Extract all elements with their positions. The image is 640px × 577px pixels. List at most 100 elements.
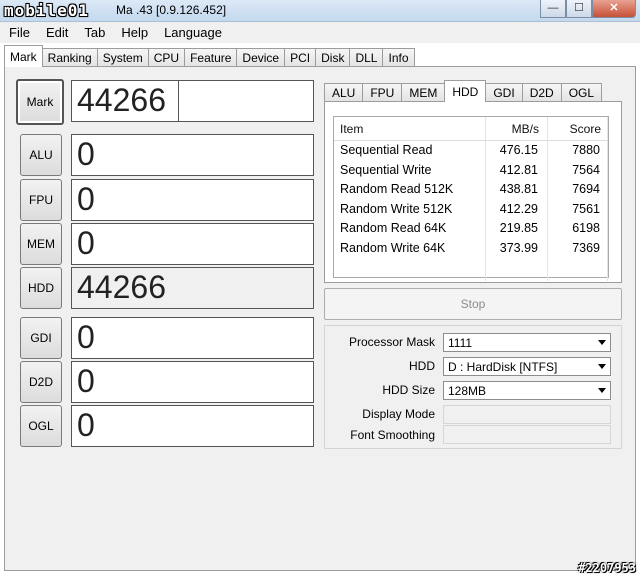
window-title: Ma .43 [0.9.126.452]: [116, 3, 227, 17]
ogl-button[interactable]: OGL: [20, 405, 62, 447]
tab-disk[interactable]: Disk: [315, 48, 351, 67]
row-mbs: 219.85: [486, 219, 548, 239]
subtab-alu[interactable]: ALU: [324, 83, 364, 102]
menu-language[interactable]: Language: [155, 22, 229, 43]
font-smoothing-field: [443, 425, 611, 444]
title-bar: mobile01 Ma .43 [0.9.126.452] — ☐ ✕: [0, 0, 640, 22]
hdd-results-panel: Item MB/s Score Sequential Read 476.15 7…: [324, 101, 622, 283]
hdd-size-value: 128MB: [448, 384, 487, 398]
table-empty-row: [334, 258, 608, 281]
column-header-score[interactable]: Score: [548, 117, 608, 140]
fpu-button[interactable]: FPU: [20, 179, 62, 221]
subtab-ogl[interactable]: OGL: [560, 83, 603, 102]
row-score: 6198: [548, 219, 608, 239]
tab-pci[interactable]: PCI: [284, 48, 317, 67]
row-item: Random Read 512K: [334, 180, 486, 200]
display-mode-field: [443, 405, 611, 424]
maximize-button[interactable]: ☐: [566, 0, 592, 18]
row-score: 7880: [548, 141, 608, 161]
mark-button[interactable]: Mark: [16, 79, 64, 125]
hdd-size-label: HDD Size: [382, 383, 435, 397]
ogl-score: 0: [71, 405, 314, 447]
tab-info[interactable]: Info: [382, 48, 415, 67]
subtab-fpu[interactable]: FPU: [362, 83, 403, 102]
display-mode-label: Display Mode: [362, 407, 435, 421]
close-button[interactable]: ✕: [592, 0, 636, 18]
processor-mask-value: 1111: [448, 336, 473, 350]
table-row[interactable]: Sequential Write 412.81 7564: [334, 160, 608, 180]
menu-help[interactable]: Help: [112, 22, 155, 43]
empty-cell: [334, 258, 486, 281]
row-item: Sequential Write: [334, 160, 486, 180]
table-row[interactable]: Random Write 512K 412.29 7561: [334, 199, 608, 219]
row-item: Random Read 64K: [334, 219, 486, 239]
menu-edit[interactable]: Edit: [37, 22, 75, 43]
mark-score: 44266: [72, 81, 179, 121]
tab-feature[interactable]: Feature: [184, 48, 238, 67]
hdd-score: 44266: [71, 267, 314, 309]
gdi-score: 0: [71, 317, 314, 359]
mark-score-box: 44266: [71, 80, 314, 122]
gdi-button[interactable]: GDI: [20, 317, 62, 359]
subtab-d2d[interactable]: D2D: [521, 83, 562, 102]
menu-tab[interactable]: Tab: [75, 22, 112, 43]
hdd-size-select[interactable]: 128MB: [443, 381, 611, 400]
stop-button[interactable]: Stop: [324, 288, 622, 320]
tab-dll[interactable]: DLL: [349, 48, 384, 67]
chevron-down-icon: [598, 364, 606, 369]
empty-cell: [548, 258, 608, 281]
row-mbs: 373.99: [486, 238, 548, 258]
mobile01-logo: mobile01: [4, 1, 90, 20]
processor-mask-select[interactable]: 1111: [443, 333, 611, 352]
d2d-score: 0: [71, 361, 314, 403]
subtab-gdi[interactable]: GDI: [485, 83, 523, 102]
row-mbs: 438.81: [486, 180, 548, 200]
row-mbs: 412.81: [486, 160, 548, 180]
menu-file[interactable]: File: [0, 22, 37, 43]
subtab-mem[interactable]: MEM: [401, 83, 446, 102]
row-item: Random Write 512K: [334, 199, 486, 219]
row-score: 7369: [548, 238, 608, 258]
hdd-select[interactable]: D : HardDisk [NTFS]: [443, 357, 611, 376]
tab-system[interactable]: System: [96, 48, 149, 67]
hdd-button[interactable]: HDD: [20, 267, 62, 309]
table-row[interactable]: Random Read 512K 438.81 7694: [334, 180, 608, 200]
table-header: Item MB/s Score: [334, 117, 608, 141]
table-row[interactable]: Random Read 64K 219.85 6198: [334, 219, 608, 239]
hdd-results-table: Item MB/s Score Sequential Read 476.15 7…: [333, 116, 609, 281]
hdd-value: D : HardDisk [NTFS]: [448, 360, 558, 374]
tab-ranking[interactable]: Ranking: [41, 48, 98, 67]
sub-tab-strip: ALU FPU MEM HDD GDI D2D OGL: [324, 80, 603, 102]
hdd-label: HDD: [409, 359, 435, 373]
tab-cpu[interactable]: CPU: [147, 48, 186, 67]
chevron-down-icon: [598, 388, 606, 393]
watermark: #2207953: [578, 561, 636, 575]
row-mbs: 412.29: [486, 199, 548, 219]
settings-group: Processor Mask 1111 HDD D : HardDisk [NT…: [324, 325, 622, 449]
tab-device[interactable]: Device: [236, 48, 286, 67]
table-row[interactable]: Random Write 64K 373.99 7369: [334, 238, 608, 258]
window-controls: — ☐ ✕: [540, 0, 636, 18]
minimize-button[interactable]: —: [540, 0, 566, 18]
column-header-item[interactable]: Item: [334, 117, 486, 140]
subtab-hdd[interactable]: HDD: [444, 80, 487, 102]
empty-cell: [486, 258, 548, 281]
row-item: Sequential Read: [334, 141, 486, 161]
row-score: 7694: [548, 180, 608, 200]
processor-mask-label: Processor Mask: [348, 335, 435, 349]
d2d-button[interactable]: D2D: [20, 361, 62, 403]
font-smoothing-label: Font Smoothing: [350, 428, 435, 442]
row-item: Random Write 64K: [334, 238, 486, 258]
mem-button[interactable]: MEM: [20, 223, 62, 265]
alu-button[interactable]: ALU: [20, 134, 62, 176]
column-header-mbs[interactable]: MB/s: [486, 117, 548, 140]
row-mbs: 476.15: [486, 141, 548, 161]
tab-mark[interactable]: Mark: [4, 45, 43, 67]
mem-score: 0: [71, 223, 314, 265]
row-score: 7561: [548, 199, 608, 219]
fpu-score: 0: [71, 179, 314, 221]
chevron-down-icon: [598, 340, 606, 345]
row-score: 7564: [548, 160, 608, 180]
table-row[interactable]: Sequential Read 476.15 7880: [334, 141, 608, 161]
alu-score: 0: [71, 134, 314, 176]
